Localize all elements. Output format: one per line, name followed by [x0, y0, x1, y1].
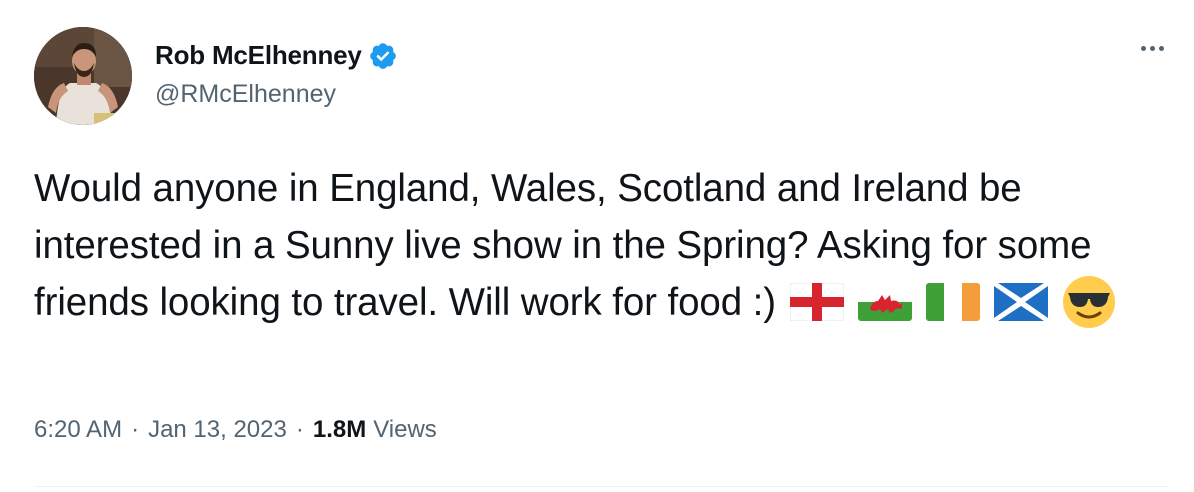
- verified-badge-icon[interactable]: [368, 41, 398, 71]
- smiling-face-with-sunglasses-icon: [1062, 275, 1116, 329]
- tweet-text-block: Would anyone in England, Wales, Scotland…: [34, 160, 1164, 332]
- tweet-time[interactable]: 6:20 AM: [34, 416, 122, 444]
- flag-ireland-icon: [925, 282, 980, 321]
- more-options-icon[interactable]: [1141, 46, 1164, 51]
- flag-scotland-icon: [993, 282, 1048, 321]
- views-count: 1.8M: [312, 416, 367, 443]
- meta-separator: ·: [295, 416, 304, 443]
- tweet-meta: 6:20 AM · Jan 13, 2023 · 1.8M Views: [34, 416, 437, 444]
- tweet-card: Rob McElhenney @RMcElhenney Would anyone…: [0, 0, 1194, 492]
- author-display-name[interactable]: Rob McElhenney: [155, 40, 362, 71]
- flag-england-icon: [789, 282, 844, 321]
- flag-wales-icon: [857, 282, 912, 321]
- tweet-date[interactable]: Jan 13, 2023: [148, 416, 287, 444]
- views-label: Views: [373, 416, 437, 443]
- author-name-row: Rob McElhenney: [155, 40, 398, 71]
- meta-separator: ·: [131, 416, 140, 443]
- avatar-photo: [34, 27, 132, 125]
- author-handle[interactable]: @RMcElhenney: [155, 80, 336, 109]
- avatar[interactable]: [34, 27, 132, 125]
- divider: [34, 486, 1168, 487]
